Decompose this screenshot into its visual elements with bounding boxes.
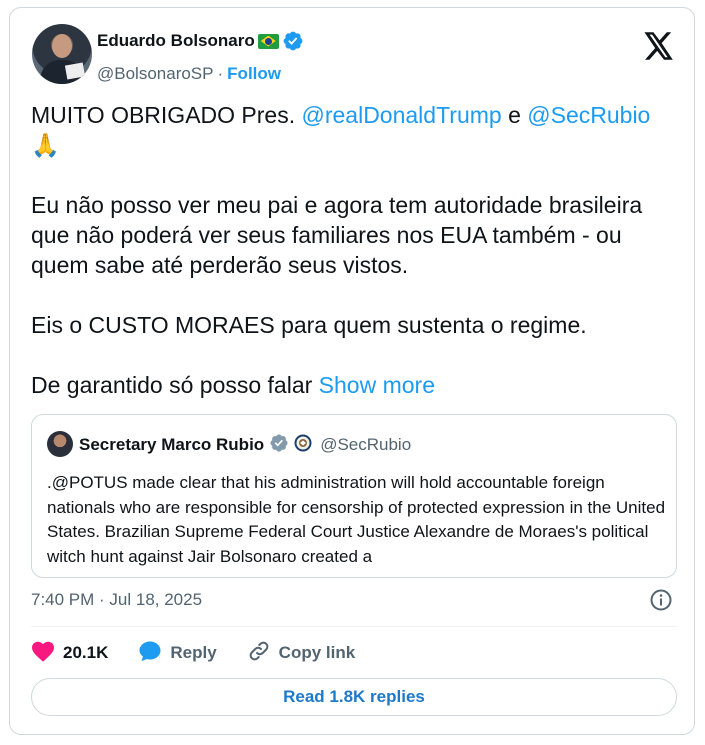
divider (31, 626, 677, 627)
quoted-tweet[interactable]: Secretary Marco Rubio @SecRubio .@POTUS … (31, 414, 677, 578)
x-logo-icon[interactable] (644, 32, 674, 60)
tweet-paragraph-2: Eu não posso ver meu pai e agora tem aut… (31, 192, 643, 278)
handle-row: @BolsonaroSP · Follow (97, 64, 281, 84)
copy-link-button[interactable]: Copy link (247, 639, 356, 668)
heart-icon (31, 640, 55, 667)
quote-text: .@POTUS made clear that his administrati… (47, 473, 666, 566)
copy-link-label: Copy link (278, 643, 356, 662)
timestamp[interactable]: 7:40 PM · Jul 18, 2025 (31, 590, 202, 610)
verified-gray-icon (269, 433, 289, 458)
quote-author-handle[interactable]: @SecRubio (320, 435, 411, 455)
pray-emoji: 🙏 (31, 132, 60, 158)
like-button[interactable]: 20.1K (31, 640, 108, 667)
like-count: 20.1K (63, 643, 109, 662)
tweet-paragraph-4: De garantido só posso falar Show more (31, 370, 681, 400)
reply-button[interactable]: Reply (138, 639, 217, 668)
quote-header: Secretary Marco Rubio @SecRubio (79, 432, 411, 458)
author-row: Eduardo Bolsonaro (97, 29, 304, 53)
tweet-paragraph-3: Eis o CUSTO MORAES para quem sustenta o … (31, 312, 587, 338)
action-bar: 20.1K Reply Copy link (31, 638, 385, 668)
tweet-text-span: e (501, 102, 528, 128)
tweet-text-span: De garantido só posso falar (31, 372, 319, 398)
author-name[interactable]: Eduardo Bolsonaro (97, 31, 255, 51)
tweet-text: MUITO OBRIGADO Pres. @realDonaldTrump e … (31, 100, 681, 400)
link-icon (247, 639, 271, 668)
read-replies-button[interactable]: Read 1.8K replies (31, 678, 677, 716)
mention-realdonaldtrump[interactable]: @realDonaldTrump (302, 102, 502, 128)
author-handle[interactable]: @BolsonaroSP (97, 64, 214, 84)
quote-avatar[interactable] (47, 431, 73, 457)
show-more-link[interactable]: Show more (319, 372, 435, 398)
flag-brazil-icon (257, 33, 279, 49)
info-icon[interactable] (649, 588, 673, 612)
mention-secrubio[interactable]: @SecRubio (527, 102, 650, 128)
reply-icon (138, 639, 162, 668)
quote-author-name[interactable]: Secretary Marco Rubio (79, 435, 264, 455)
avatar[interactable] (32, 24, 92, 84)
tweet-text-span: MUITO OBRIGADO Pres. (31, 102, 302, 128)
verified-icon (282, 30, 304, 52)
follow-button[interactable]: Follow (227, 64, 281, 84)
tweet-card: Eduardo Bolsonaro @BolsonaroSP · Follow … (9, 7, 695, 735)
reply-label: Reply (170, 643, 217, 662)
government-seal-icon (294, 434, 312, 457)
separator-dot: · (217, 64, 224, 83)
tweet-paragraph-1: MUITO OBRIGADO Pres. @realDonaldTrump e … (31, 100, 681, 160)
